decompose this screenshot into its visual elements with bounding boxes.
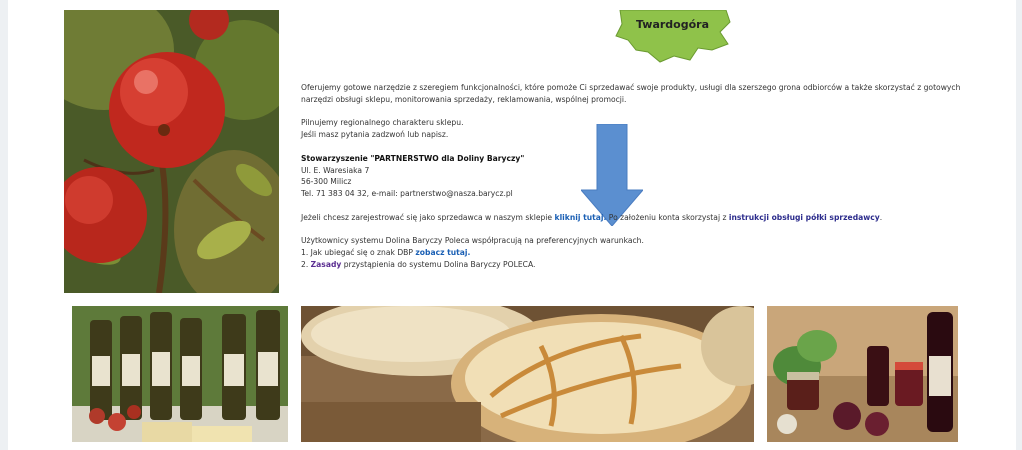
organization-name: Stowarzyszenie "PARTNERSTWO dla Doliny B… [301, 153, 525, 163]
beetroot-preserves-image[interactable] [767, 306, 958, 442]
rules-link[interactable]: Zasady [311, 260, 342, 269]
seller-instructions-link[interactable]: instrukcji obsługi półki sprzedawcy [729, 213, 880, 222]
contact-prompt: Jeśli masz pytania zadzwoń lub napisz. [301, 130, 449, 140]
register-text: Jeżeli chcesz zarejestrować się jako spr… [301, 212, 555, 222]
regional-text: Pilnujemy regionalnego charakteru sklepu… [301, 118, 464, 128]
address-street: Ul. E. Waresiaka 7 [301, 165, 370, 175]
info-content: Oferujemy gotowe narzędzie z szeregiem f… [301, 82, 961, 270]
register-text-middle: Po założeniu konta skorzystaj z [606, 212, 729, 222]
address-city: 56-300 Milicz [301, 177, 352, 187]
list-item-2: 2. Zasady przystąpienia do systemu Dolin… [301, 259, 961, 271]
dbp-see-here-link[interactable]: zobacz tutaj. [415, 248, 470, 257]
bread-image[interactable] [301, 306, 754, 442]
oil-bottles-image[interactable] [72, 306, 288, 442]
apples-image [64, 10, 279, 293]
list-item-1: 1. Jak ubiegać się o znak DBP zobacz tut… [301, 247, 961, 259]
map-label: Twardogóra [636, 18, 710, 31]
list-item-1-text: 1. Jak ubiegać się o znak DBP [301, 248, 416, 258]
list-item-2-text: przystąpienia do systemu Dolina Baryczy … [341, 259, 536, 269]
intro-text: Oferujemy gotowe narzędzie z szeregiem f… [301, 83, 961, 104]
register-paragraph: Jeżeli chcesz zarejestrować się jako spr… [301, 212, 961, 224]
users-info: Użytkownicy systemu Dolina Baryczy Polec… [301, 236, 644, 246]
register-text-end: . [879, 212, 883, 222]
list-item-2-prefix: 2. [301, 259, 311, 269]
contact-info: Tel. 71 383 04 32, e-mail: partnerstwo@n… [301, 188, 513, 198]
register-link[interactable]: kliknij tutaj. [555, 213, 607, 222]
